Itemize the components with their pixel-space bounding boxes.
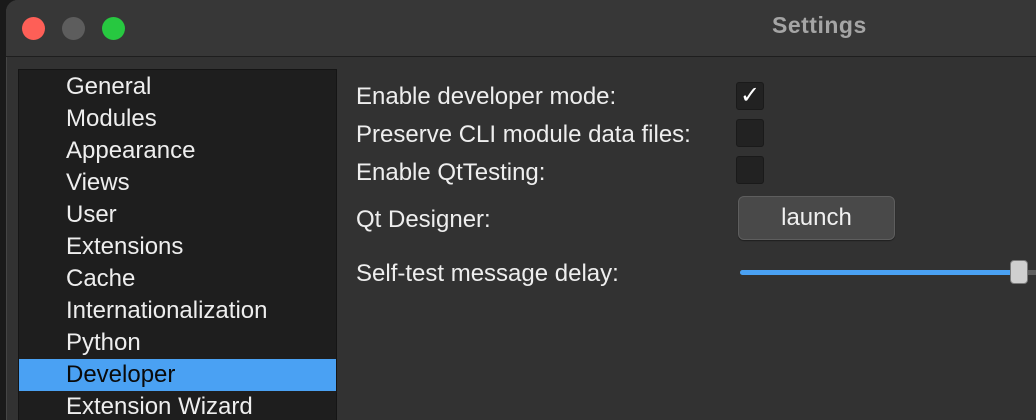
slider-fill [740, 270, 1019, 275]
title-bar: Settings [6, 0, 1036, 57]
sidebar-item-general[interactable]: General [19, 71, 336, 103]
maximize-window-button[interactable] [102, 17, 125, 40]
self-test-delay-slider[interactable] [740, 260, 1036, 284]
launch-qt-designer-button[interactable]: launch [738, 196, 895, 240]
close-window-button[interactable] [22, 17, 45, 40]
settings-window: Settings General Modules Appearance Views Us… [6, 0, 1036, 420]
window-title: Settings [772, 12, 867, 38]
checkmark-icon: ✓ [739, 82, 761, 109]
slider-handle[interactable] [1010, 260, 1028, 284]
preserve-cli-data-label: Preserve CLI module data files: [356, 121, 691, 148]
sidebar-item-appearance[interactable]: Appearance [19, 135, 336, 167]
settings-category-list[interactable]: General Modules Appearance Views User Extensi… [18, 69, 337, 420]
enable-developer-mode-checkbox[interactable]: ✓ [736, 82, 764, 110]
sidebar-item-user[interactable]: User [19, 199, 336, 231]
sidebar-item-python[interactable]: Python [19, 327, 336, 359]
preserve-cli-data-checkbox[interactable] [736, 119, 764, 147]
sidebar-item-internationalization[interactable]: Internationalization [19, 295, 336, 327]
sidebar-item-modules[interactable]: Modules [19, 103, 336, 135]
enable-qttesting-label: Enable QtTesting: [356, 159, 546, 186]
self-test-delay-label: Self-test message delay: [356, 260, 619, 287]
minimize-window-button[interactable] [62, 17, 85, 40]
sidebar-item-extensions[interactable]: Extensions [19, 231, 336, 263]
qt-designer-label: Qt Designer: [356, 206, 491, 233]
enable-qttesting-checkbox[interactable] [736, 156, 764, 184]
sidebar-item-extension-wizard[interactable]: Extension Wizard [19, 391, 336, 420]
sidebar-item-views[interactable]: Views [19, 167, 336, 199]
enable-developer-mode-label: Enable developer mode: [356, 83, 617, 110]
sidebar-item-cache[interactable]: Cache [19, 263, 336, 295]
sidebar-item-developer[interactable]: Developer [19, 359, 336, 391]
